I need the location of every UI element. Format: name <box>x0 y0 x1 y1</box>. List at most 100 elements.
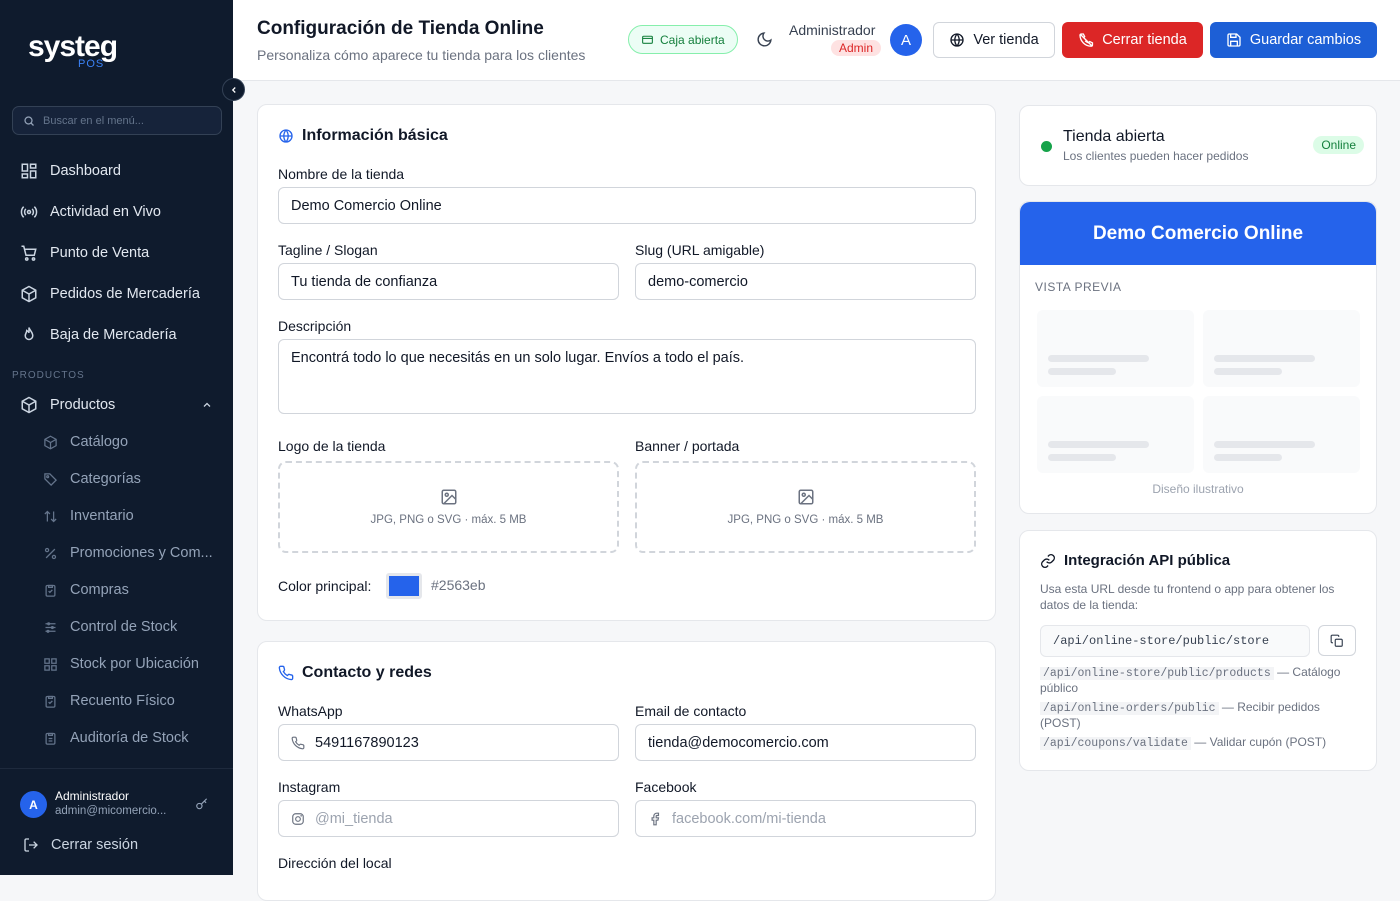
tag-icon <box>44 472 58 486</box>
sidebar-search-input[interactable] <box>43 114 203 127</box>
sidebar-subitem-control-stock[interactable]: Control de Stock <box>0 612 233 642</box>
tagline-label: Tagline / Slogan <box>278 242 378 258</box>
moon-icon[interactable] <box>756 31 773 48</box>
save-button[interactable]: Guardar cambios <box>1210 22 1377 58</box>
facebook-field[interactable] <box>635 800 976 837</box>
admin-name: Administrador <box>789 22 876 38</box>
close-store-button[interactable]: Cerrar tienda <box>1062 22 1203 58</box>
endpoint-item: /api/online-orders/public — Recibir pedi… <box>1040 700 1360 731</box>
page-subtitle: Personaliza cómo aparece tu tienda para … <box>257 47 586 63</box>
role-badge: Admin <box>831 40 882 56</box>
endpoint-path: /api/online-orders/public <box>1040 702 1219 715</box>
logout-icon <box>24 838 38 852</box>
sidebar-subitem-label: Catálogo <box>70 434 129 450</box>
key-icon[interactable] <box>195 797 209 811</box>
sidebar-collapse-button[interactable] <box>222 78 245 101</box>
sidebar-search[interactable] <box>12 106 222 135</box>
banner-upload-dropzone[interactable]: JPG, PNG o SVG · máx. 5 MB <box>635 461 976 553</box>
instagram-input[interactable] <box>315 810 618 827</box>
store-name-input[interactable] <box>291 197 975 214</box>
dashboard-icon <box>21 163 37 179</box>
clipboard-icon <box>45 584 56 597</box>
sidebar-item-label: Pedidos de Mercadería <box>50 286 200 302</box>
logo-upload-dropzone[interactable]: JPG, PNG o SVG · máx. 5 MB <box>278 461 619 553</box>
sidebar: systegPOS Dashboard Actividad en Vivo Pu… <box>0 0 233 875</box>
sidebar-item-baja[interactable]: Baja de Mercadería <box>0 318 233 352</box>
logout-label: Cerrar sesión <box>51 837 139 853</box>
sidebar-user: A Administrador admin@micomercio... Cerr… <box>0 768 233 875</box>
sidebar-subitem-catalogo[interactable]: Catálogo <box>0 427 233 457</box>
sidebar-subitem-inventario[interactable]: Inventario <box>0 501 233 531</box>
logo-sub: POS <box>78 58 105 70</box>
radio-signal-icon <box>20 206 38 218</box>
caja-label: Caja abierta <box>660 32 725 47</box>
logo-label: Logo de la tienda <box>278 438 386 454</box>
api-description: Usa esta URL desde tu frontend o app par… <box>1040 582 1335 612</box>
sidebar-subitem-recuento[interactable]: Recuento Físico <box>0 686 233 716</box>
tagline-input[interactable] <box>291 273 618 290</box>
caja-status-badge[interactable]: Caja abierta <box>628 25 738 54</box>
sidebar-item-pos[interactable]: Punto de Venta <box>0 236 233 270</box>
instagram-field[interactable] <box>278 800 619 837</box>
logout-button[interactable]: Cerrar sesión <box>23 837 138 853</box>
save-label: Guardar cambios <box>1249 32 1362 48</box>
facebook-input[interactable] <box>672 810 975 827</box>
globe-icon <box>950 33 965 47</box>
avatar[interactable]: A <box>20 791 47 818</box>
color-swatch[interactable] <box>386 573 422 599</box>
whatsapp-input[interactable] <box>315 734 618 751</box>
sidebar-subitem-categorias[interactable]: Categorías <box>0 464 233 494</box>
avatar[interactable]: A <box>890 24 922 56</box>
email-field[interactable] <box>635 724 976 761</box>
store-name-field[interactable] <box>278 187 976 224</box>
section-title: Información básica <box>302 127 448 144</box>
grid-icon <box>44 657 57 671</box>
api-url-field[interactable]: /api/online-store/public/store <box>1040 625 1310 657</box>
endpoint-path: /api/coupons/validate <box>1040 737 1191 750</box>
sidebar-item-label: Actividad en Vivo <box>50 204 161 220</box>
sidebar-subitem-label: Stock por Ubicación <box>70 656 199 672</box>
tagline-field[interactable] <box>278 263 619 300</box>
sidebar-subitem-label: Categorías <box>70 471 141 487</box>
endpoint-desc: — Validar cupón (POST) <box>1194 735 1327 749</box>
view-store-button[interactable]: Ver tienda <box>933 22 1055 58</box>
sidebar-subitem-label: Recuento Físico <box>70 693 175 709</box>
view-store-label: Ver tienda <box>973 32 1039 48</box>
save-icon <box>1227 33 1241 47</box>
clipboard-check-icon <box>45 695 56 708</box>
status-subtitle: Los clientes pueden hacer pedidos <box>1063 149 1249 163</box>
sidebar-subitem-stock-ubicacion[interactable]: Stock por Ubicación <box>0 649 233 679</box>
globe-icon <box>279 129 293 143</box>
whatsapp-field[interactable] <box>278 724 619 761</box>
slug-field[interactable] <box>635 263 976 300</box>
contact-title: Contacto y redes <box>278 664 432 682</box>
description-textarea[interactable]: Encontrá todo lo que necesitás en un sol… <box>291 350 744 366</box>
sidebar-subitem-auditoria[interactable]: Auditoría de Stock <box>0 723 233 753</box>
store-status-card: Tienda abierta Los clientes pueden hacer… <box>1019 105 1377 186</box>
sidebar-subitem-label: Compras <box>70 582 129 598</box>
box-icon <box>21 396 37 414</box>
copy-button[interactable] <box>1318 625 1356 656</box>
upload-hint: JPG, PNG o SVG · máx. 5 MB <box>370 514 527 526</box>
email-input[interactable] <box>648 734 975 751</box>
sidebar-item-dashboard[interactable]: Dashboard <box>0 154 233 188</box>
address-label: Dirección del local <box>278 855 392 871</box>
sidebar-subitem-compras[interactable]: Compras <box>0 575 233 605</box>
sidebar-subitem-promociones[interactable]: Promociones y Com... <box>0 538 233 568</box>
color-label: Color principal: <box>278 578 372 594</box>
phone-icon <box>278 665 294 681</box>
sidebar-item-pedidos[interactable]: Pedidos de Mercadería <box>0 277 233 311</box>
instagram-icon <box>292 812 304 825</box>
description-field[interactable]: Encontrá todo lo que necesitás en un sol… <box>278 339 976 414</box>
sidebar-item-actividad[interactable]: Actividad en Vivo <box>0 195 233 229</box>
register-icon <box>642 35 653 44</box>
section-title: Integración API pública <box>1064 552 1231 569</box>
logo[interactable]: systeg POS <box>28 30 118 70</box>
sidebar-subitem-label: Control de Stock <box>70 619 178 635</box>
chevron-up-icon <box>203 402 211 407</box>
slug-input[interactable] <box>648 273 975 290</box>
sidebar-item-productos[interactable]: Productos <box>0 388 233 422</box>
link-icon <box>1041 553 1055 568</box>
sidebar-item-label: Baja de Mercadería <box>50 327 177 343</box>
preview-tile <box>1037 310 1194 387</box>
